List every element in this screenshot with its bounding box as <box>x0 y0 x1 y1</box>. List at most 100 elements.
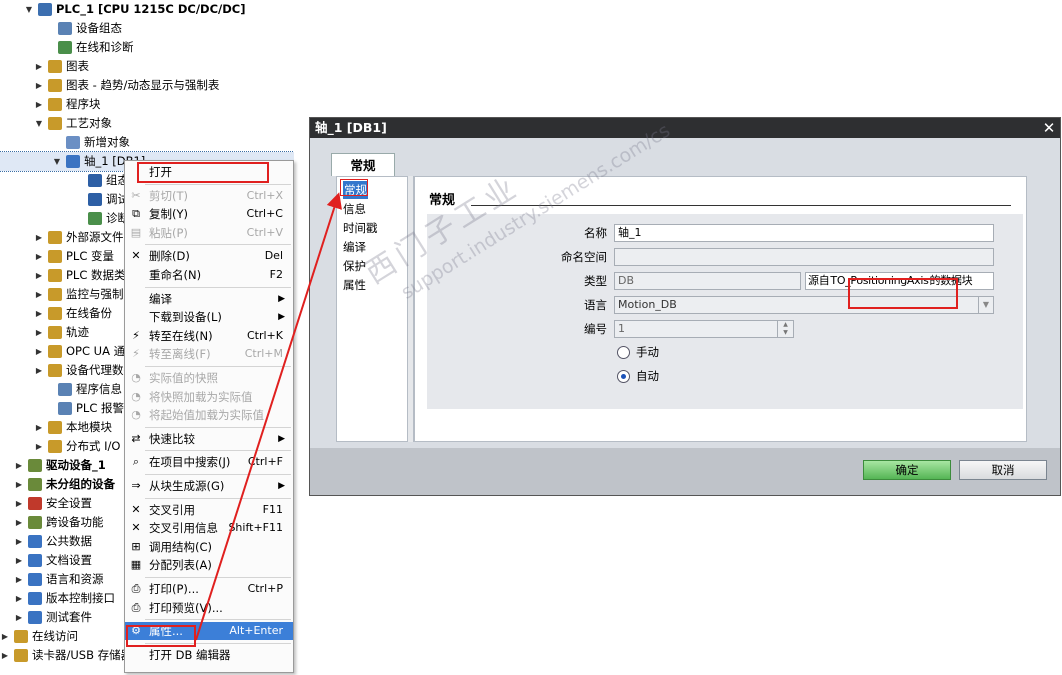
tree-item[interactable]: ▶ 图表 <box>0 57 294 76</box>
tree-item-label: PLC 变量 <box>66 249 115 263</box>
folder-icon <box>48 326 62 339</box>
diagnostics-icon <box>88 212 102 225</box>
menu-shortcut: F11 <box>262 502 283 516</box>
menu-item[interactable]: ⎙ 打印(P)... Ctrl+P <box>125 580 293 598</box>
manual-radio[interactable] <box>617 346 630 359</box>
name-field[interactable]: 轴_1 <box>614 224 994 242</box>
menu-item[interactable]: 打开 DB 编辑器 <box>125 646 293 664</box>
menu-separator <box>145 474 291 475</box>
tree-item-label: 外部源文件 <box>66 230 124 244</box>
expand-icon[interactable]: ▶ <box>14 456 24 475</box>
expand-icon[interactable]: ▶ <box>34 247 44 266</box>
tree-item-label: 本地模块 <box>66 420 112 434</box>
expand-icon[interactable]: ▶ <box>34 361 44 380</box>
expand-icon[interactable]: ▶ <box>34 285 44 304</box>
expand-icon[interactable]: ▶ <box>34 57 44 76</box>
expand-icon[interactable]: ▶ <box>14 513 24 532</box>
expand-icon[interactable]: ▶ <box>34 76 44 95</box>
close-icon[interactable]: ✕ <box>1040 118 1058 138</box>
menu-item[interactable]: ⌕ 在项目中搜索(J) Ctrl+F <box>125 453 293 471</box>
menu-shortcut: Ctrl+M <box>244 347 283 361</box>
folder-icon <box>48 269 62 282</box>
nav-item[interactable]: 属性 <box>343 276 366 294</box>
expand-icon[interactable]: ▶ <box>14 494 24 513</box>
menu-item: ◔ 实际值的快照 <box>125 369 293 387</box>
test-icon <box>28 611 42 624</box>
menu-item[interactable]: 重命名(N) F2 <box>125 266 293 284</box>
tree-item[interactable]: ▶ 图表 - 趋势/动态显示与强制表 <box>0 76 294 95</box>
menu-separator <box>145 244 291 246</box>
tree-item[interactable]: ▼ PLC_1 [CPU 1215C DC/DC/DC] <box>0 0 294 19</box>
expand-icon[interactable]: ▶ <box>34 418 44 437</box>
tree-item[interactable]: 新增对象 <box>0 133 294 152</box>
menu-separator <box>145 497 291 499</box>
tree-item-label: 跨设备功能 <box>46 515 104 529</box>
menu-item[interactable]: 编译 ▶ <box>125 290 293 308</box>
menu-item[interactable]: ▦ 分配列表(A) <box>125 556 293 574</box>
expand-icon[interactable]: ▶ <box>34 323 44 342</box>
menu-item[interactable]: ✕ 交叉引用 F11 <box>125 501 293 519</box>
expand-icon[interactable]: ▶ <box>34 228 44 247</box>
menu-item[interactable]: ⧉ 复制(Y) Ctrl+C <box>125 205 293 223</box>
tree-item[interactable]: 设备组态 <box>0 19 294 38</box>
menu-item[interactable]: 下载到设备(L) ▶ <box>125 308 293 326</box>
tree-item-label: 新增对象 <box>84 135 130 149</box>
menu-item: ⚡ 转至离线(F) Ctrl+M <box>125 345 293 363</box>
collapse-icon[interactable]: ▼ <box>24 0 34 19</box>
expand-icon[interactable]: ▶ <box>34 266 44 285</box>
tree-item[interactable]: 在线和诊断 <box>0 38 294 57</box>
expand-icon[interactable]: ▶ <box>14 589 24 608</box>
collapse-icon[interactable]: ▼ <box>52 152 62 171</box>
card-reader-icon <box>14 649 28 662</box>
menu-item: ◔ 将起始值加载为实际值 <box>125 406 293 424</box>
tab-general[interactable]: 常规 <box>331 153 395 176</box>
collapse-icon[interactable]: ▼ <box>34 114 44 133</box>
auto-radio[interactable] <box>617 370 630 383</box>
assignment-list-icon: ▦ <box>130 558 142 572</box>
menu-item-label: 复制(Y) <box>149 207 188 222</box>
expand-icon[interactable]: ▶ <box>34 342 44 361</box>
menu-item[interactable]: ⇄ 快速比较 ▶ <box>125 430 293 448</box>
menu-item[interactable]: ✕ 删除(D) Del <box>125 247 293 265</box>
folder-icon <box>48 345 62 358</box>
menu-item[interactable]: ⇒ 从块生成源(G) ▶ <box>125 477 293 495</box>
expand-icon[interactable]: ▶ <box>34 437 44 456</box>
expand-icon[interactable]: ▶ <box>14 475 24 494</box>
menu-shortcut: Alt+Enter <box>229 624 283 638</box>
menu-item[interactable]: ⊞ 调用结构(C) <box>125 538 293 556</box>
search-icon: ⌕ <box>132 455 140 469</box>
tree-item-label: 程序块 <box>66 97 101 111</box>
nav-item[interactable]: 编译 <box>343 238 366 256</box>
expand-icon[interactable]: ▶ <box>14 532 24 551</box>
number-stepper[interactable]: ▲ ▼ <box>777 321 793 337</box>
ok-button[interactable]: 确定 <box>863 460 951 480</box>
nav-item[interactable]: 信息 <box>343 200 366 218</box>
submenu-arrow-icon: ▶ <box>278 293 285 304</box>
menu-separator <box>145 426 291 428</box>
expand-icon[interactable]: ▶ <box>14 551 24 570</box>
menu-item-label: 分配列表(A) <box>149 558 212 573</box>
tree-item-label: 在线访问 <box>32 629 78 643</box>
menu-item[interactable]: ⚡ 转至在线(N) Ctrl+K <box>125 327 293 345</box>
cancel-button[interactable]: 取消 <box>959 460 1047 480</box>
alarm-text-icon <box>58 402 72 415</box>
menu-item[interactable]: ⎙ 打印预览(V)... <box>125 599 293 617</box>
chevron-down-icon[interactable]: ▼ <box>978 297 993 313</box>
menu-item[interactable]: ✕ 交叉引用信息 Shift+F11 <box>125 519 293 537</box>
tree-item[interactable]: ▼ 工艺对象 <box>0 114 294 133</box>
dialog-content: 常规 名称 轴_1 命名空间 类型 DB 源自TO_PositioningAxi… <box>414 176 1027 442</box>
menu-item-label: 交叉引用 <box>149 502 195 517</box>
folder-icon <box>48 231 62 244</box>
version-icon <box>28 592 42 605</box>
expand-icon[interactable]: ▶ <box>0 646 10 665</box>
expand-icon[interactable]: ▶ <box>14 570 24 589</box>
name-label: 名称 <box>584 226 607 240</box>
expand-icon[interactable]: ▶ <box>34 95 44 114</box>
go-offline-icon: ⚡ <box>132 347 140 361</box>
expand-icon[interactable]: ▶ <box>34 304 44 323</box>
expand-icon[interactable]: ▶ <box>0 627 10 646</box>
nav-item[interactable]: 保护 <box>343 257 366 275</box>
expand-icon[interactable]: ▶ <box>14 608 24 627</box>
nav-item[interactable]: 时间戳 <box>343 219 378 237</box>
tree-item[interactable]: ▶ 程序块 <box>0 95 294 114</box>
